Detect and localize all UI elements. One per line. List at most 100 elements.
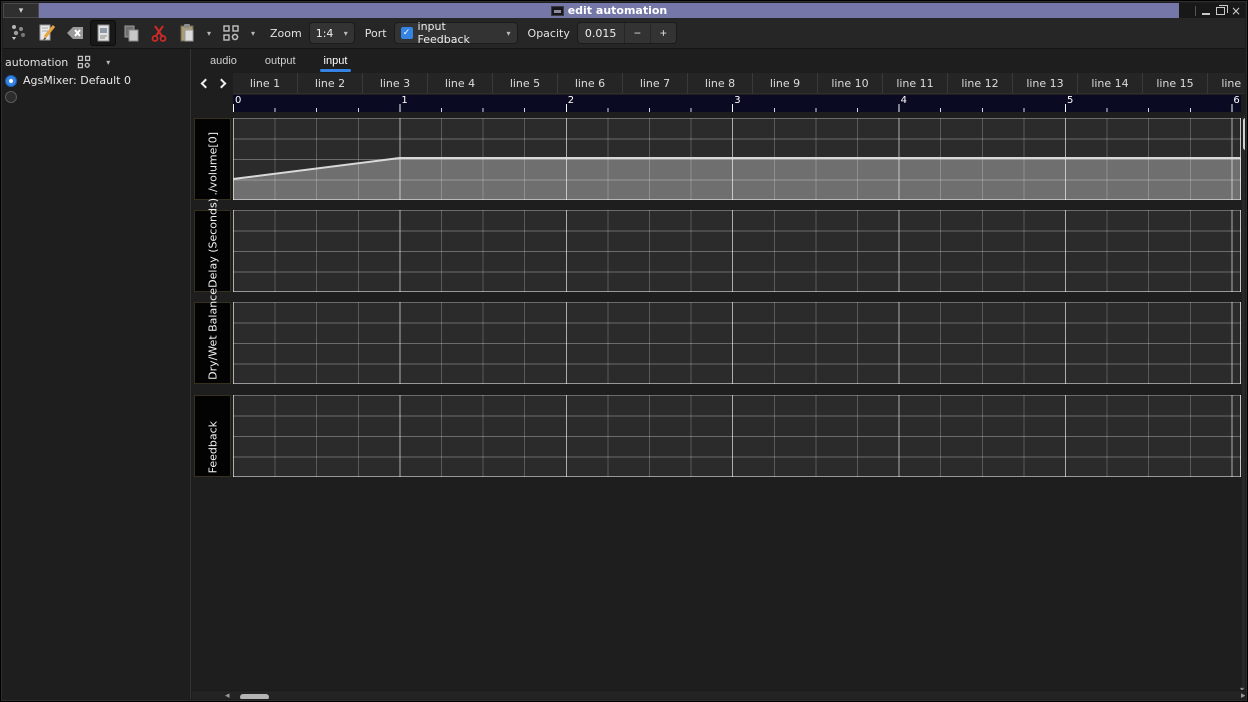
automation-scope-row: automation ▾: [3, 49, 190, 72]
vertical-scrollbar-thumb[interactable]: [1243, 118, 1245, 150]
lane-label-block: Feedback: [194, 395, 231, 477]
line-header-2[interactable]: line 2: [298, 73, 363, 94]
restore-button[interactable]: [1216, 7, 1225, 15]
paste-button[interactable]: [174, 20, 200, 46]
line-header-6[interactable]: line 6: [558, 73, 623, 94]
chevron-down-icon: ▾: [507, 29, 511, 38]
toolbar: ▾ ▾ Zoom 1:4 ▾ Port ✓ input Feedback ▾ O…: [3, 18, 1245, 49]
line-header-7[interactable]: line 7: [623, 73, 688, 94]
port-combo[interactable]: ✓ input Feedback ▾: [394, 22, 518, 44]
opacity-value[interactable]: 0.015: [578, 27, 624, 40]
lane-grid[interactable]: [233, 395, 1241, 477]
clear-tool-button[interactable]: [62, 20, 88, 46]
scroll-lines-right-button[interactable]: [213, 73, 232, 94]
opacity-label: Opacity: [528, 27, 570, 40]
automation-lane-0: ./volume[0]: [192, 118, 1245, 200]
automation-scope-label: automation: [5, 56, 68, 69]
scroll-lines-left-button[interactable]: [194, 73, 213, 94]
ruler-label-4: 4: [901, 95, 907, 106]
opacity-decrement-button[interactable]: −: [624, 22, 650, 44]
radio-icon[interactable]: [5, 75, 17, 87]
line-header-11[interactable]: line 11: [883, 73, 948, 94]
tab-output[interactable]: output: [251, 49, 310, 72]
line-header-16[interactable]: line 16: [1208, 73, 1245, 94]
automation-sidebar: automation ▾ AgsMixer: Default 0: [3, 49, 191, 699]
chevron-left-icon: [200, 79, 210, 89]
cut-button[interactable]: [146, 20, 172, 46]
lane-grid[interactable]: [233, 210, 1241, 292]
copy-button[interactable]: [118, 20, 144, 46]
line-cells: line 1line 2line 3line 4line 5line 6line…: [233, 73, 1245, 94]
line-header-12[interactable]: line 12: [948, 73, 1013, 94]
automation-curve[interactable]: [233, 118, 1241, 200]
scroll-left-icon[interactable]: ◂: [225, 691, 230, 699]
window-title: edit automation: [568, 4, 668, 17]
lane-label-block: Delay (Seconds): [194, 210, 231, 292]
edit-automation-window: ▾ edit automation ×: [0, 0, 1248, 702]
automation-editor: audiooutputinput line 1line 2line 3line …: [192, 49, 1245, 699]
port-checkbox[interactable]: ✓: [401, 27, 413, 39]
automation-lane-1: Delay (Seconds): [192, 210, 1245, 292]
line-header-4[interactable]: line 4: [428, 73, 493, 94]
ruler-label-2: 2: [568, 95, 574, 106]
machine-radio-0[interactable]: AgsMixer: Default 0: [3, 72, 190, 89]
line-header-9[interactable]: line 9: [753, 73, 818, 94]
window-controls: ×: [1179, 3, 1245, 18]
minimize-button[interactable]: [1202, 13, 1210, 15]
chevron-down-icon: ▾: [19, 5, 24, 16]
line-header-8[interactable]: line 8: [688, 73, 753, 94]
zoom-label: Zoom: [270, 27, 302, 40]
paste-options-dropdown[interactable]: ▾: [202, 20, 216, 46]
lane-grid[interactable]: [233, 302, 1241, 384]
time-ruler: 0123456: [233, 95, 1241, 112]
opacity-spinbutton: 0.015 − +: [577, 22, 677, 44]
zoom-combo[interactable]: 1:4 ▾: [309, 22, 355, 44]
lane-label-block: Dry/Wet Balance: [194, 302, 231, 384]
tab-audio[interactable]: audio: [196, 49, 251, 72]
machine-tools-icon: [221, 23, 241, 43]
machine-radio-list: AgsMixer: Default 0: [3, 72, 190, 105]
ruler-label-1: 1: [401, 95, 407, 106]
clear-tool-icon: [65, 23, 85, 43]
machine-tools-button[interactable]: [218, 20, 244, 46]
line-header-5[interactable]: line 5: [493, 73, 558, 94]
cut-icon: [149, 23, 169, 43]
ruler-label-3: 3: [734, 95, 740, 106]
vertical-scrollbar[interactable]: [1242, 115, 1245, 692]
titlebar-drag-area[interactable]: edit automation: [39, 3, 1179, 18]
automation-lane-3: Feedback: [192, 395, 1245, 477]
line-header-13[interactable]: line 13: [1013, 73, 1078, 94]
line-header-row: line 1line 2line 3line 4line 5line 6line…: [192, 73, 1245, 94]
zoom-value: 1:4: [316, 27, 334, 40]
lane-label-block: ./volume[0]: [194, 118, 231, 200]
copy-icon: [121, 23, 141, 43]
paste-icon: [177, 23, 197, 43]
port-label: Port: [365, 27, 387, 40]
machine-selector-dropdown[interactable]: ▾: [106, 58, 110, 67]
automation-lane-2: Dry/Wet Balance: [192, 302, 1245, 384]
close-button[interactable]: ×: [1231, 6, 1241, 16]
horizontal-scrollbar[interactable]: [233, 694, 1231, 699]
scroll-right-icon[interactable]: ▸: [1241, 691, 1245, 699]
tools-dropdown[interactable]: ▾: [246, 20, 260, 46]
line-header-14[interactable]: line 14: [1078, 73, 1143, 94]
line-header-3[interactable]: line 3: [363, 73, 428, 94]
window-menu-button[interactable]: ▾: [3, 3, 39, 18]
line-header-15[interactable]: line 15: [1143, 73, 1208, 94]
line-header-10[interactable]: line 10: [818, 73, 883, 94]
lane-grid[interactable]: [233, 118, 1241, 200]
radio-icon[interactable]: [5, 91, 17, 103]
horizontal-scrollbar-thumb[interactable]: [240, 694, 269, 699]
machine-radio-1[interactable]: [3, 89, 190, 105]
position-tool-button[interactable]: [6, 20, 32, 46]
line-header-1[interactable]: line 1: [233, 73, 298, 94]
channel-tabs: audiooutputinput: [196, 49, 361, 72]
opacity-increment-button[interactable]: +: [650, 22, 676, 44]
machine-selector-icon[interactable]: [76, 54, 92, 70]
edit-tool-button[interactable]: [34, 20, 60, 46]
select-tool-button[interactable]: [90, 20, 116, 46]
lane-label-text: ./volume[0]: [206, 132, 219, 196]
chevron-right-icon: [216, 79, 226, 89]
lane-label-text: Feedback: [206, 421, 219, 473]
tab-input[interactable]: input: [310, 49, 362, 72]
